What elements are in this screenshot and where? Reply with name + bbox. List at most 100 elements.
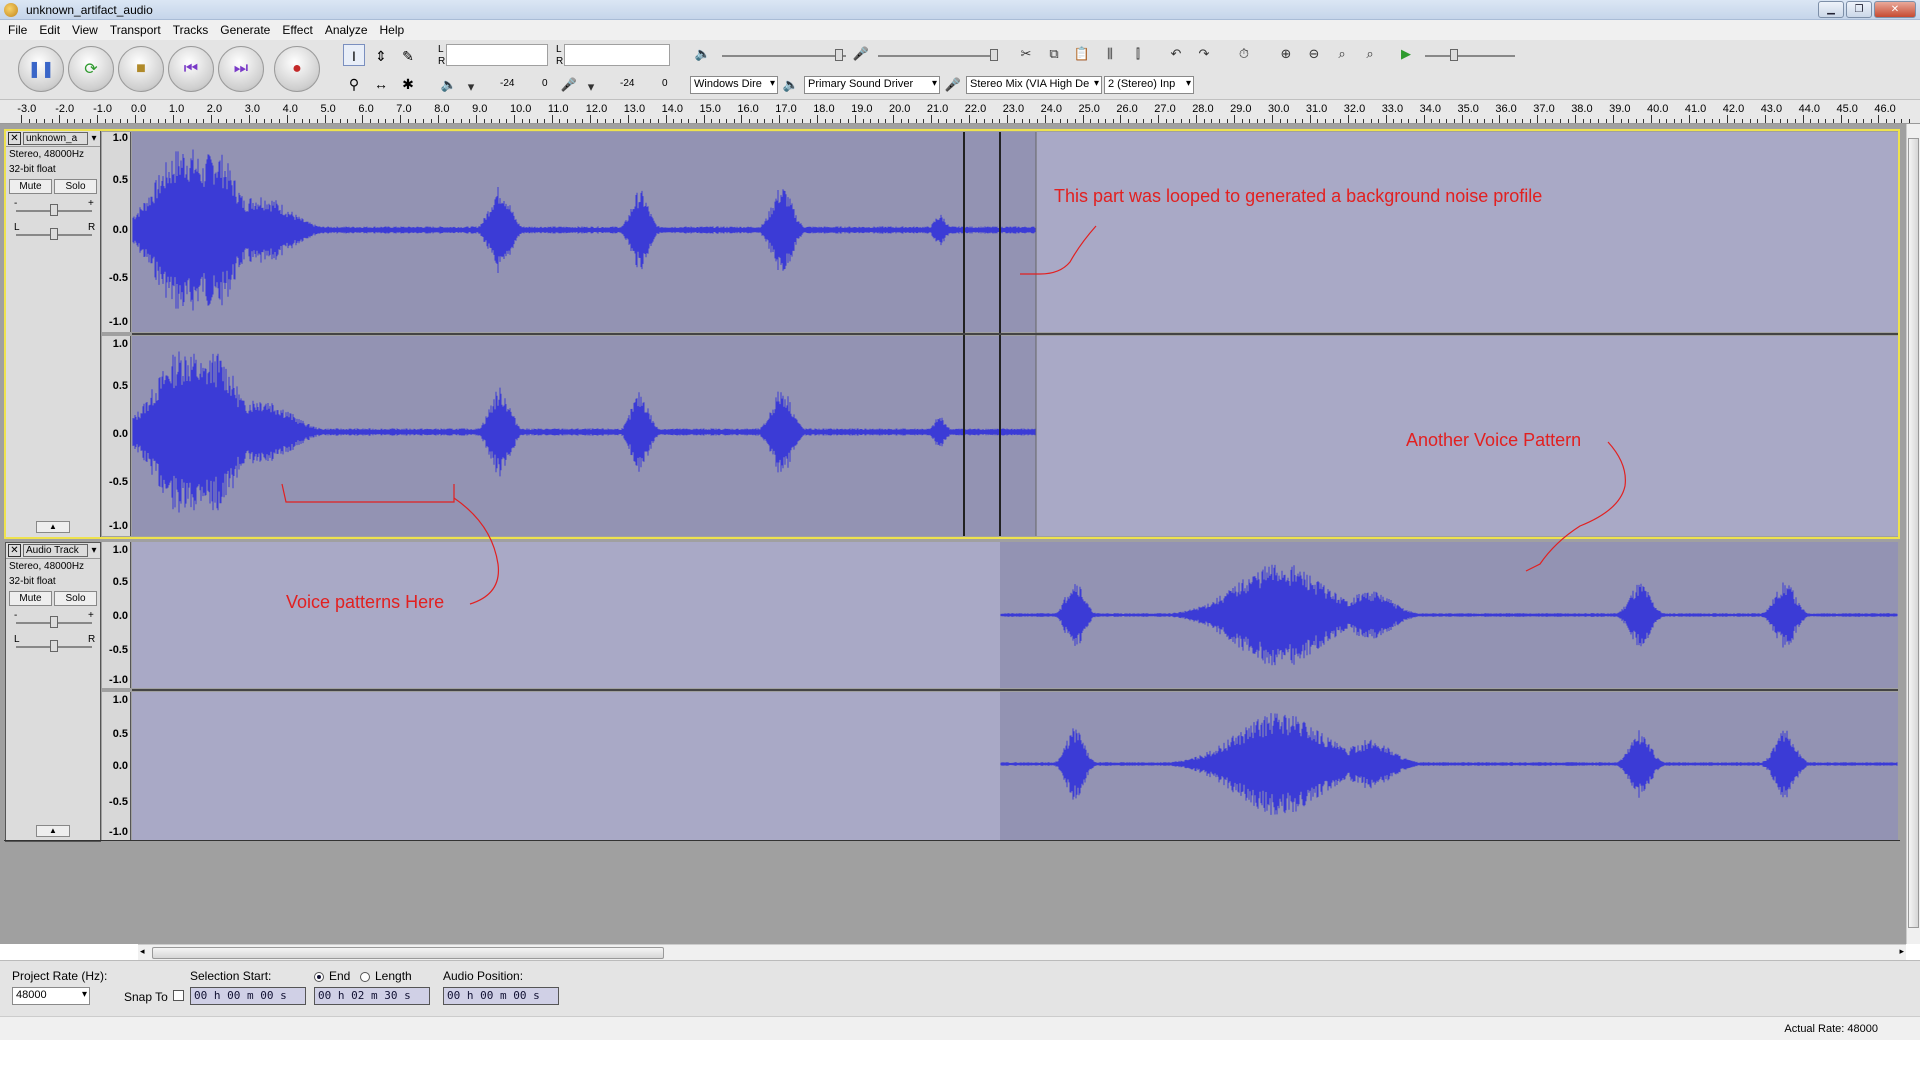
chevron-down-icon[interactable]: ▾ — [460, 76, 482, 98]
vertical-scroll-thumb[interactable] — [1908, 138, 1919, 928]
menu-view[interactable]: View — [66, 23, 104, 37]
loop-play-icon: ⟳ — [84, 61, 98, 78]
envelope-tool-icon[interactable]: ⇕ — [370, 44, 392, 66]
zoom-in-icon[interactable]: ⊕ — [1275, 43, 1297, 65]
ruler-tick-label: 25.0 — [1078, 103, 1100, 115]
cut-icon[interactable]: ✂ — [1015, 43, 1037, 65]
ruler-tick-label: 9.0 — [472, 103, 488, 115]
microphone-icon: 🎤 — [560, 77, 578, 92]
play-meter-r: R — [438, 56, 446, 67]
draw-tool-icon[interactable]: ✎ — [397, 44, 419, 66]
ruler-tick-label: 26.0 — [1116, 103, 1138, 115]
annotation-voice-patterns: Voice patterns Here — [286, 592, 445, 612]
restore-button[interactable]: ❐ — [1846, 1, 1872, 18]
end-label: End — [329, 969, 351, 983]
ruler-tick-label: 17.0 — [775, 103, 797, 115]
meter-db-zero: 0 — [542, 78, 548, 89]
selection-start-label: Selection Start: — [190, 969, 272, 983]
timeline-ruler[interactable]: -3.0 -2.0 -1.0 0.0 1.0 2.0 3.0 4.0 5.0 6.0 7.0 8.0 9… — [0, 100, 1920, 124]
ruler-tick-label: 43.0 — [1760, 103, 1783, 115]
output-device-dropdown[interactable]: Primary Sound Driver — [804, 76, 940, 94]
input-volume-thumb[interactable] — [990, 49, 998, 61]
horizontal-scroll-thumb[interactable] — [152, 947, 664, 959]
timeshift-tool-icon[interactable]: ↔ — [370, 72, 392, 94]
audio-host-dropdown[interactable]: Windows Dire — [690, 76, 778, 94]
ruler-tick-label: 11.0 — [547, 103, 569, 115]
pause-button[interactable]: ❚❚ — [18, 46, 64, 92]
meter-db-zero2: 0 — [662, 78, 668, 89]
selection-tool-icon[interactable]: I — [343, 44, 365, 66]
snap-to-checkbox[interactable] — [173, 990, 184, 1001]
horizontal-scrollbar[interactable]: ◂ ▸ — [138, 944, 1906, 960]
play-meter-l: L — [438, 44, 444, 55]
silence-icon[interactable]: ⫿ — [1127, 43, 1149, 65]
vertical-scrollbar[interactable] — [1906, 124, 1920, 944]
selection-start-field[interactable]: 00 h 00 m 00 s — [190, 987, 306, 1005]
scroll-right-icon[interactable]: ▸ — [1899, 946, 1904, 957]
menu-help[interactable]: Help — [374, 23, 411, 37]
end-radio[interactable] — [314, 972, 324, 982]
menu-effect[interactable]: Effect — [276, 23, 318, 37]
fit-project-icon[interactable]: ⌕ — [1359, 43, 1381, 65]
pause-icon: ❚❚ — [27, 61, 55, 78]
multi-tool-icon[interactable]: ✱ — [397, 72, 419, 94]
record-button[interactable]: ● — [274, 46, 320, 92]
fit-selection-icon[interactable]: ⌕ — [1331, 43, 1353, 65]
skip-start-button[interactable]: ⏮ — [168, 46, 214, 92]
copy-icon[interactable]: ⧉ — [1043, 43, 1065, 65]
minimize-button[interactable]: ▁ — [1818, 1, 1844, 18]
audio-position-field[interactable]: 00 h 00 m 00 s — [443, 987, 559, 1005]
trim-icon[interactable]: ⫼ — [1099, 43, 1121, 65]
length-radio[interactable] — [360, 972, 370, 982]
menu-edit[interactable]: Edit — [33, 23, 66, 37]
skip-end-button[interactable]: ⏭ — [218, 46, 264, 92]
menu-generate[interactable]: Generate — [214, 23, 276, 37]
stop-button[interactable]: ■ — [118, 46, 164, 92]
selection-end-field[interactable]: 00 h 02 m 30 s — [314, 987, 430, 1005]
output-volume-slider[interactable] — [722, 55, 846, 57]
record-meter[interactable] — [564, 44, 670, 66]
play-at-speed-icon[interactable]: ▶ — [1395, 43, 1417, 65]
project-rate-label: Project Rate (Hz): — [12, 969, 108, 983]
ruler-tick-label: 35.0 — [1457, 103, 1479, 115]
playback-meter[interactable] — [446, 44, 548, 66]
menu-file[interactable]: File — [2, 23, 33, 37]
project-rate-dropdown[interactable]: 48000 — [12, 987, 90, 1005]
menu-analyze[interactable]: Analyze — [319, 23, 374, 37]
redo-icon[interactable]: ↷ — [1193, 43, 1215, 65]
ruler-tick-label: 24.0 — [1040, 103, 1063, 115]
ruler-tick-label: 32.0 — [1343, 103, 1366, 115]
annotation-arrow — [1525, 441, 1626, 572]
input-device-icon: 🎤 — [944, 77, 962, 92]
length-label: Length — [375, 969, 412, 983]
sync-lock-icon[interactable]: ⏱ — [1233, 43, 1255, 65]
play-speed-thumb[interactable] — [1450, 49, 1458, 61]
play-button[interactable]: ⟳ — [68, 46, 114, 92]
chevron-down-icon[interactable]: ▾ — [580, 76, 602, 98]
play-speed-slider[interactable] — [1425, 55, 1515, 57]
menu-tracks[interactable]: Tracks — [167, 23, 215, 37]
ruler-tick-label: 4.0 — [282, 103, 298, 115]
annotation-noise-profile: This part was looped to generated a back… — [1054, 186, 1543, 206]
record-icon: ● — [292, 60, 302, 77]
close-button[interactable]: ✕ — [1874, 1, 1916, 18]
ruler-tick-label: -2.0 — [55, 103, 75, 115]
ruler-tick-label: 8.0 — [434, 103, 450, 115]
ruler-tick-label: 37.0 — [1533, 103, 1555, 115]
paste-icon[interactable]: 📋 — [1071, 43, 1093, 65]
input-channels-dropdown[interactable]: 2 (Stereo) Inp — [1104, 76, 1194, 94]
audacity-icon — [4, 3, 18, 17]
title-bar: unknown_artifact_audio ▁ ❐ ✕ — [0, 0, 1920, 20]
menu-bar: File Edit View Transport Tracks Generate… — [0, 20, 1920, 40]
annotation-another-voice: Another Voice Pattern — [1406, 430, 1582, 450]
zoom-out-icon[interactable]: ⊖ — [1303, 43, 1325, 65]
zoom-tool-icon[interactable]: ⚲ — [343, 72, 365, 94]
output-volume-thumb[interactable] — [835, 49, 843, 61]
scroll-left-icon[interactable]: ◂ — [140, 946, 145, 957]
ruler-tick-label: 5.0 — [320, 103, 336, 115]
input-device-dropdown[interactable]: Stereo Mix (VIA High De — [966, 76, 1102, 94]
ruler-tick-label: 13.0 — [623, 103, 646, 115]
menu-transport[interactable]: Transport — [104, 23, 167, 37]
undo-icon[interactable]: ↶ — [1165, 43, 1187, 65]
input-volume-slider[interactable] — [878, 55, 998, 57]
